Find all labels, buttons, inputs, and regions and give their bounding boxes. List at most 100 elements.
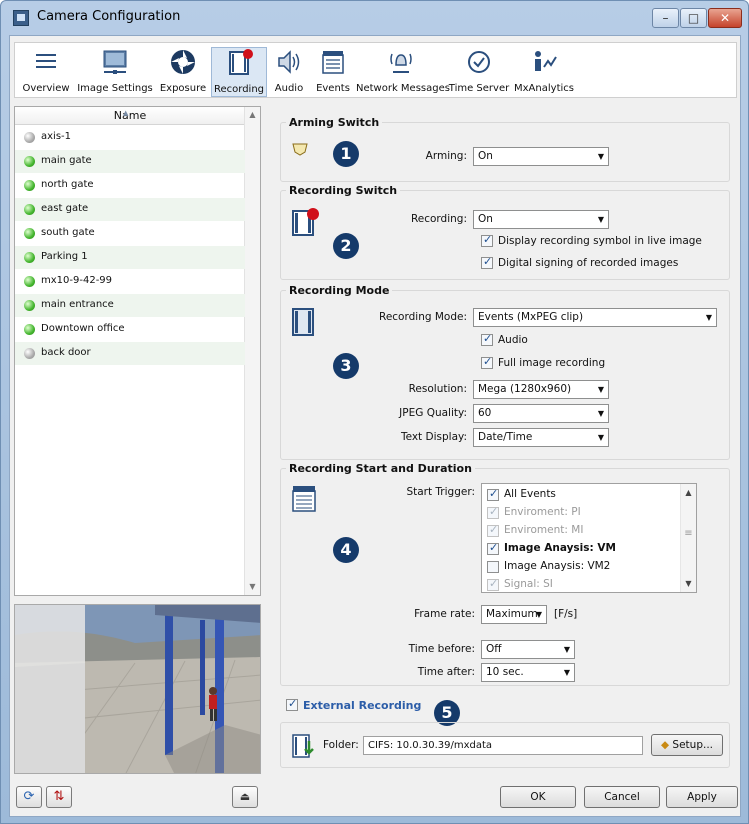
audio-icon: [278, 50, 300, 74]
time-after-select[interactable]: 10 sec. ▼: [481, 663, 575, 682]
trigger-checkbox[interactable]: [487, 541, 499, 555]
start-trigger-list[interactable]: All Events Enviroment: PI Enviroment: MI Im…: [481, 483, 697, 593]
trigger-checkbox[interactable]: [487, 561, 499, 573]
overview-icon: [36, 54, 56, 68]
recording-film-icon: [292, 208, 319, 236]
camera-list-item[interactable]: east gate: [15, 198, 245, 221]
refresh-icon: ⟳: [23, 789, 35, 804]
scroll-up-icon[interactable]: ▲: [681, 488, 696, 497]
text-display-label: Text Display:: [400, 431, 467, 443]
tab-exposure[interactable]: Exposure: [158, 47, 208, 97]
tab-events[interactable]: Events: [311, 47, 355, 97]
eject-icon: ⏏: [239, 790, 251, 803]
tab-time-server[interactable]: Time Server: [448, 47, 510, 97]
trigger-label: Enviroment: PI: [504, 506, 581, 518]
external-recording-checkbox[interactable]: [286, 697, 298, 711]
time-before-select[interactable]: Off ▼: [481, 640, 575, 659]
minimize-button[interactable]: –: [652, 8, 679, 28]
frame-rate-unit: [F/s]: [554, 608, 578, 620]
network-messages-icon: [390, 53, 412, 73]
refresh-button[interactable]: ⟳: [16, 786, 42, 808]
camera-name: south gate: [41, 227, 95, 238]
camera-list-item[interactable]: back door: [15, 342, 245, 365]
window-title: Camera Configuration: [37, 9, 181, 24]
category-toolbar: Overview Image Settings Exposure Recordi…: [14, 42, 737, 98]
mxanalytics-icon: [535, 51, 557, 71]
jpeg-quality-select[interactable]: 60 ▼: [473, 404, 609, 423]
scroll-up-icon[interactable]: ▲: [245, 107, 260, 123]
chevron-down-icon: ▼: [597, 433, 604, 442]
callout-badge-3: 3: [333, 353, 359, 379]
close-button[interactable]: ✕: [708, 8, 742, 28]
camera-name: east gate: [41, 203, 89, 214]
events-calendar-icon: [292, 486, 316, 512]
eject-button[interactable]: ⏏: [232, 786, 258, 808]
display-recording-symbol-checkbox[interactable]: [481, 233, 493, 247]
events-icon: [322, 51, 344, 74]
minimize-icon: –: [662, 11, 669, 25]
close-icon: ✕: [719, 11, 731, 25]
camera-name: north gate: [41, 179, 94, 190]
scroll-down-icon[interactable]: ▼: [245, 579, 260, 595]
callout-badge-4: 4: [333, 537, 359, 563]
tab-network-messages[interactable]: Network Messages: [356, 47, 450, 97]
sort-arrow-icon: ▲: [123, 109, 129, 117]
digital-signing-label: Digital signing of recorded images: [498, 257, 679, 269]
camera-list-item[interactable]: mx10-9-42-99: [15, 270, 245, 293]
tab-overview[interactable]: Overview: [21, 47, 71, 97]
camera-list-item[interactable]: main entrance: [15, 294, 245, 317]
audio-label: Audio: [498, 334, 528, 346]
text-display-select[interactable]: Date/Time ▼: [473, 428, 609, 447]
frame-rate-label: Frame rate:: [414, 608, 475, 620]
camera-name: Parking 1: [41, 251, 88, 262]
camera-list-item[interactable]: axis-1: [15, 126, 245, 149]
trigger-list-scrollbar[interactable]: ▲ ≡ ▼: [680, 484, 696, 592]
recording-icon: [229, 49, 253, 75]
camera-list-item[interactable]: north gate: [15, 174, 245, 197]
camera-name: back door: [41, 347, 91, 358]
trigger-checkbox[interactable]: [487, 577, 499, 591]
chevron-down-icon: ▼: [705, 313, 712, 322]
scroll-down-icon[interactable]: ▼: [681, 579, 696, 588]
name-column-header[interactable]: ▲ Name: [15, 107, 245, 125]
recording-select[interactable]: On ▼: [473, 210, 609, 229]
setup-button[interactable]: ◆ Setup...: [651, 734, 723, 756]
camera-list-item[interactable]: main gate: [15, 150, 245, 173]
resolution-select[interactable]: Mega (1280x960) ▼: [473, 380, 609, 399]
ok-button[interactable]: OK: [500, 786, 576, 808]
trigger-checkbox[interactable]: [487, 523, 499, 537]
camera-name: mx10-9-42-99: [41, 275, 113, 286]
tab-audio[interactable]: Audio: [269, 47, 309, 97]
chevron-down-icon: ▼: [597, 215, 604, 224]
trigger-label: Image Anaysis: VM2: [504, 560, 611, 572]
arming-switch-title: Arming Switch: [286, 116, 383, 129]
apply-button[interactable]: Apply: [666, 786, 738, 808]
arming-select[interactable]: On ▼: [473, 147, 609, 166]
scroll-thumb[interactable]: ≡: [681, 528, 696, 539]
trigger-checkbox[interactable]: [487, 505, 499, 519]
camera-name: main entrance: [41, 299, 114, 310]
digital-signing-checkbox[interactable]: [481, 255, 493, 269]
chevron-down-icon: ▼: [597, 152, 604, 161]
image-settings-icon: [103, 50, 127, 74]
maximize-button[interactable]: □: [680, 8, 707, 28]
camera-list-scrollbar[interactable]: ▲ ▼: [244, 107, 260, 595]
folder-path-input[interactable]: CIFS: 10.0.30.39/mxdata: [363, 736, 643, 755]
camera-list-item[interactable]: Downtown office: [15, 318, 245, 341]
tab-mxanalytics[interactable]: MxAnalytics: [512, 47, 576, 97]
trigger-checkbox[interactable]: [487, 487, 499, 501]
audio-checkbox[interactable]: [481, 332, 493, 346]
camera-configuration-window: Camera Configuration – □ ✕ Overview Imag…: [0, 0, 749, 824]
full-image-recording-checkbox[interactable]: [481, 355, 493, 369]
tab-recording[interactable]: Recording: [211, 47, 267, 97]
chevron-down-icon: ▼: [597, 409, 604, 418]
camera-list-item[interactable]: Parking 1: [15, 246, 245, 269]
tab-image-settings[interactable]: Image Settings: [75, 47, 155, 97]
frame-rate-select[interactable]: Maximum ▼: [481, 605, 547, 624]
camera-list-item[interactable]: south gate: [15, 222, 245, 245]
cancel-button[interactable]: Cancel: [584, 786, 660, 808]
camera-list[interactable]: ▲ Name ▲ ▼ axis-1 main gate north gate east…: [14, 106, 261, 596]
maximize-icon: □: [687, 11, 700, 25]
recording-mode-select[interactable]: Events (MxPEG clip) ▼: [473, 308, 717, 327]
sync-button[interactable]: ⇅: [46, 786, 72, 808]
